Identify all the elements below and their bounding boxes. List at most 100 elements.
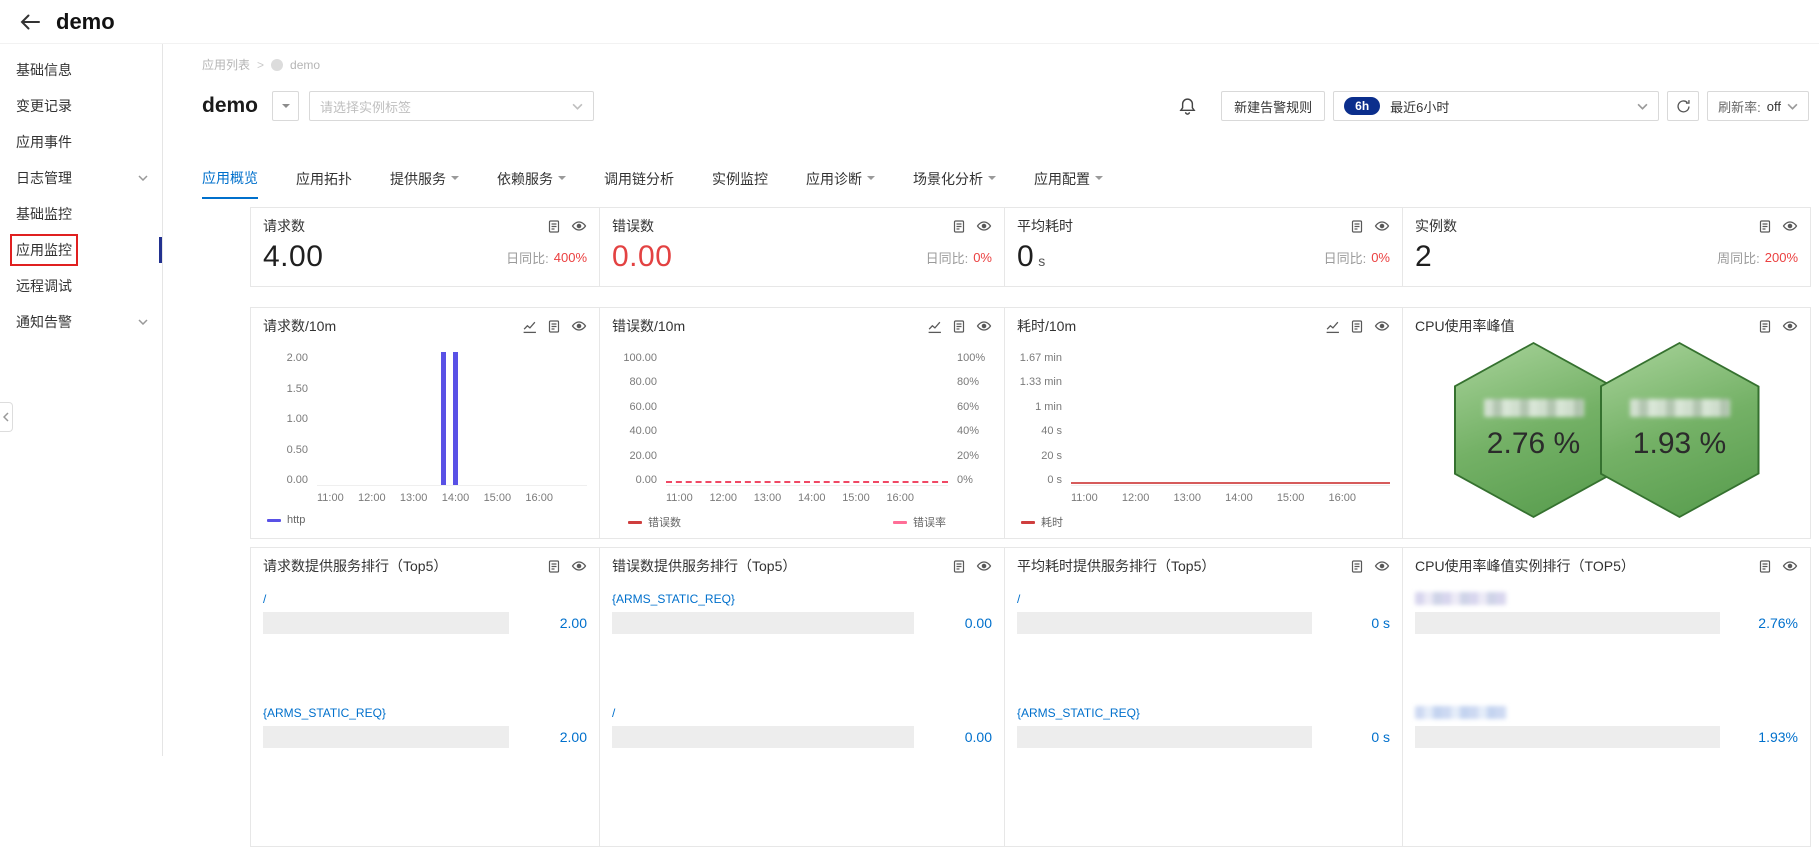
sidebar-item-label: 基础监控 [16, 206, 72, 222]
errors-plot-area[interactable] [666, 352, 948, 486]
breadcrumb-app-icon [271, 58, 284, 71]
rank-item[interactable]: 1.93% [1415, 706, 1798, 748]
service-name-link[interactable]: {ARMS_STATIC_REQ} [263, 706, 587, 720]
sidebar-item-remote-debug[interactable]: 远程调试 [0, 268, 162, 304]
eye-icon[interactable] [571, 318, 587, 334]
cpu-hexagon-instance-1[interactable]: 2.76 % [1453, 342, 1614, 518]
rank-bar-track [1017, 726, 1312, 748]
sidebar-item-app-events[interactable]: 应用事件 [0, 124, 162, 160]
rank-item[interactable]: / 0 s [1017, 592, 1390, 634]
app-switcher-dropdown[interactable] [272, 91, 300, 121]
duration-plot-area[interactable] [1071, 352, 1390, 486]
cpu-hexagon-instance-2[interactable]: 1.93 % [1599, 342, 1760, 518]
log-icon[interactable] [547, 559, 561, 574]
caret-down-icon [451, 176, 459, 184]
refresh-icon [1677, 99, 1690, 112]
back-arrow-icon[interactable] [18, 10, 42, 34]
tab-app-overview[interactable]: 应用概览 [202, 168, 258, 199]
sidebar-item-basic-monitoring[interactable]: 基础监控 [0, 196, 162, 232]
log-icon[interactable] [952, 219, 966, 234]
sidebar-item-label: 应用事件 [16, 134, 72, 150]
sidebar-item-app-monitoring[interactable]: 应用监控 [0, 232, 162, 268]
refresh-rate-label: 刷新率: [1718, 99, 1761, 115]
service-name-link[interactable]: / [263, 592, 587, 606]
tab-instance-monitoring[interactable]: 实例监控 [712, 168, 768, 199]
sidebar-item-change-records[interactable]: 变更记录 [0, 88, 162, 124]
tab-app-topology[interactable]: 应用拓扑 [296, 168, 352, 199]
kpi-card-instances: 实例数 2 周同比: 200% [1402, 207, 1811, 287]
rank-item[interactable]: / 0.00 [612, 706, 992, 748]
legend-label[interactable]: http [287, 514, 305, 526]
y-tick: 100% [957, 352, 986, 364]
service-name-link[interactable]: / [1017, 592, 1390, 606]
log-icon[interactable] [547, 219, 561, 234]
legend-label[interactable]: 错误数 [648, 514, 681, 530]
tab-call-chain-analysis[interactable]: 调用链分析 [604, 168, 674, 199]
rank-bar-track [1415, 726, 1720, 748]
cpu-peak-value: 1.93 % [1632, 427, 1727, 460]
rank-item[interactable]: 2.76% [1415, 592, 1798, 634]
error-rate-flatline [666, 481, 948, 483]
alarm-bell-icon[interactable] [1178, 97, 1197, 116]
breadcrumb-app-list[interactable]: 应用列表 [202, 56, 250, 73]
log-icon[interactable] [1758, 319, 1772, 334]
log-icon[interactable] [952, 559, 966, 574]
eye-icon[interactable] [1374, 558, 1390, 574]
y-tick: 20% [957, 449, 980, 462]
tab-app-config[interactable]: 应用配置 [1034, 168, 1103, 199]
instance-tag-select[interactable]: 请选择实例标签 [309, 91, 595, 121]
toolbar-right-tools: 新建告警规则 6h 最近6小时 刷新率: off [1178, 91, 1809, 121]
log-icon[interactable] [952, 319, 966, 334]
legend-marker-duration [1021, 520, 1035, 524]
rank-value: 0.00 [964, 615, 992, 631]
service-name-link[interactable]: {ARMS_STATIC_REQ} [1017, 706, 1390, 720]
eye-icon[interactable] [1374, 318, 1390, 334]
requests-plot-area[interactable] [317, 352, 587, 486]
card-title: 错误数 [612, 218, 654, 234]
service-name-link[interactable]: {ARMS_STATIC_REQ} [612, 592, 992, 606]
service-name-link[interactable]: / [612, 706, 992, 720]
x-tick: 16:00 [525, 492, 553, 504]
refresh-rate-select[interactable]: 刷新率: off [1707, 91, 1809, 121]
log-icon[interactable] [1350, 219, 1364, 234]
chevron-down-icon [1637, 103, 1648, 110]
line-chart-icon[interactable] [1325, 319, 1340, 334]
eye-icon[interactable] [976, 318, 992, 334]
tab-app-diagnosis[interactable]: 应用诊断 [806, 168, 875, 199]
tab-scenario-analysis[interactable]: 场景化分析 [913, 168, 996, 199]
eye-icon[interactable] [976, 558, 992, 574]
log-icon[interactable] [1350, 559, 1364, 574]
legend-label[interactable]: 错误率 [913, 514, 946, 530]
x-tick: 14:00 [441, 492, 470, 504]
eye-icon[interactable] [571, 218, 587, 234]
log-icon[interactable] [1758, 219, 1772, 234]
time-range-select[interactable]: 6h 最近6小时 [1333, 91, 1660, 121]
log-icon[interactable] [1758, 559, 1772, 574]
tab-provided-services[interactable]: 提供服务 [390, 168, 459, 199]
eye-icon[interactable] [1782, 558, 1798, 574]
rank-bar-track [263, 726, 509, 748]
refresh-button[interactable] [1667, 91, 1700, 121]
sidebar-item-notification-alarm[interactable]: 通知告警 [0, 304, 162, 340]
rank-item[interactable]: {ARMS_STATIC_REQ} 0.00 [612, 592, 992, 634]
eye-icon[interactable] [571, 558, 587, 574]
line-chart-icon[interactable] [522, 319, 537, 334]
sidebar-collapse-handle[interactable] [0, 402, 13, 432]
rank-item[interactable]: {ARMS_STATIC_REQ} 2.00 [263, 706, 587, 748]
sidebar-item-basic-info[interactable]: 基础信息 [0, 52, 162, 88]
sidebar-item-log-management[interactable]: 日志管理 [0, 160, 162, 196]
rank-item[interactable]: / 2.00 [263, 592, 587, 634]
rank-item[interactable]: {ARMS_STATIC_REQ} 0 s [1017, 706, 1390, 748]
eye-icon[interactable] [1374, 218, 1390, 234]
request-spike-bar [441, 352, 447, 485]
eye-icon[interactable] [1782, 218, 1798, 234]
eye-icon[interactable] [1782, 318, 1798, 334]
log-icon[interactable] [547, 319, 561, 334]
line-chart-icon[interactable] [927, 319, 942, 334]
new-alarm-rule-button[interactable]: 新建告警规则 [1221, 91, 1326, 121]
log-icon[interactable] [1350, 319, 1364, 334]
eye-icon[interactable] [976, 218, 992, 234]
legend-label[interactable]: 耗时 [1041, 514, 1063, 530]
tab-label: 提供服务 [390, 171, 446, 187]
tab-dependent-services[interactable]: 依赖服务 [497, 168, 566, 199]
